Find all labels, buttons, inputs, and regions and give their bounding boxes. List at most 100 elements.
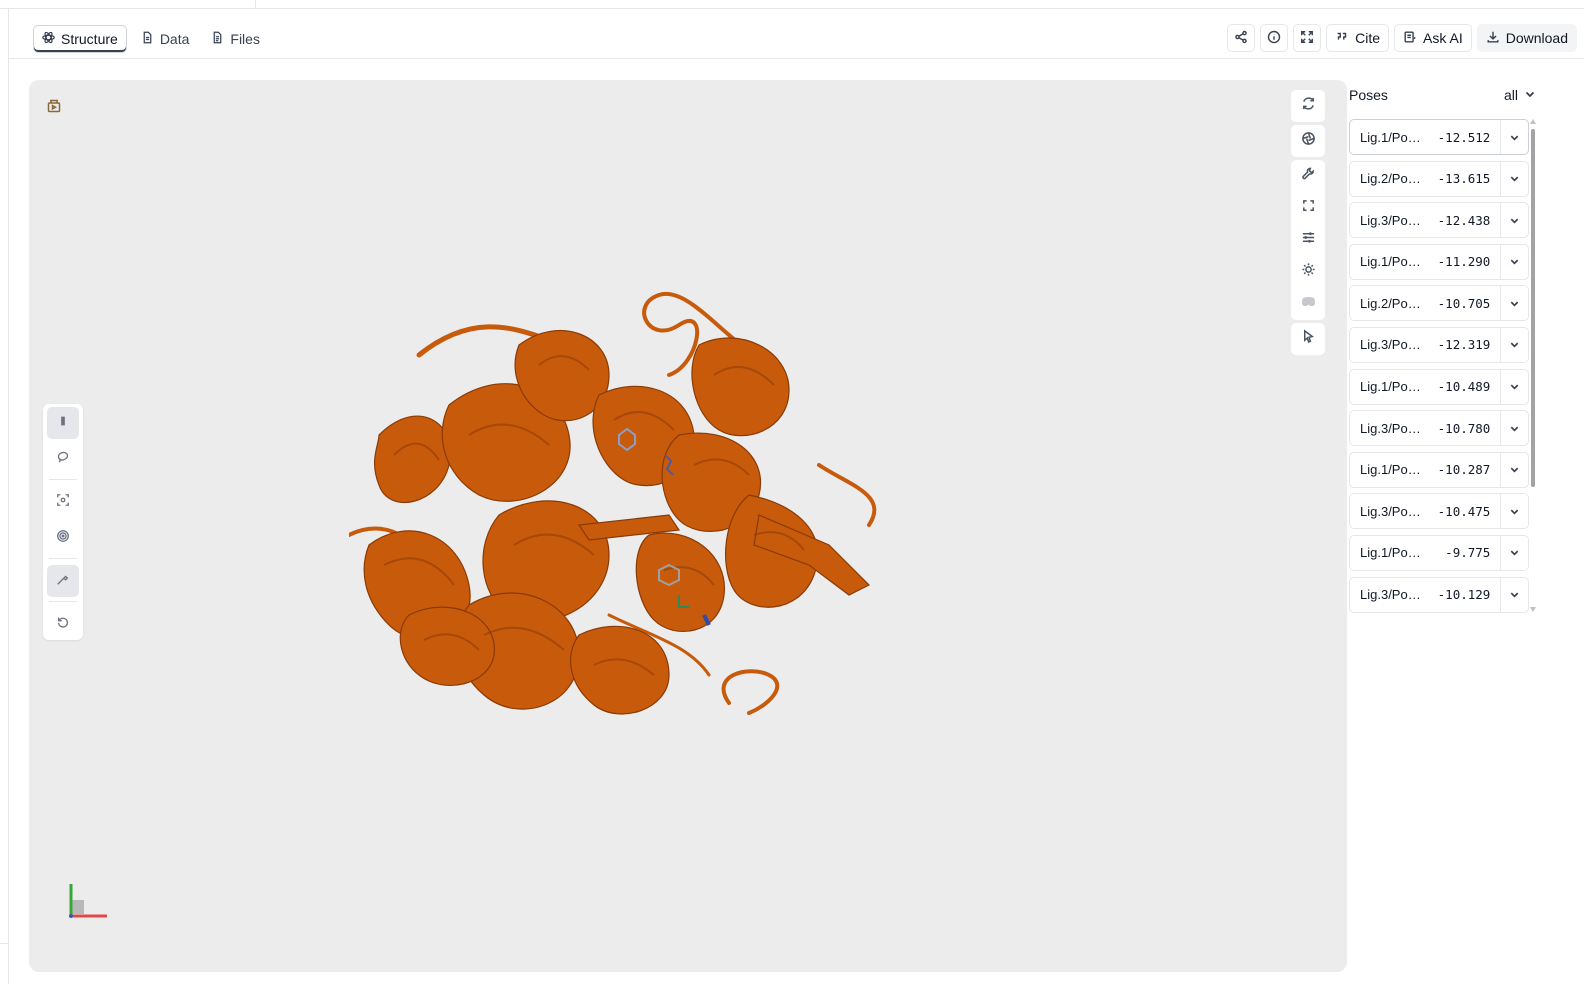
pose-expand-button[interactable]	[1500, 494, 1528, 529]
scrollbar-thumb[interactable]	[1531, 129, 1535, 487]
pose-list-scrollbar[interactable]	[1530, 119, 1536, 614]
pose-row[interactable]: Lig.2/Pos... -10.705	[1349, 285, 1529, 322]
pose-row[interactable]: Lig.2/Pos... -13.615	[1349, 160, 1529, 197]
tab-files-label: Files	[230, 31, 260, 47]
share-button[interactable]	[1227, 24, 1256, 52]
poses-filter-select[interactable]: all	[1504, 87, 1536, 103]
target-icon	[56, 529, 70, 548]
chevron-down-icon	[1510, 384, 1519, 390]
quote-icon	[1335, 30, 1349, 47]
fullscreen-button[interactable]	[1293, 24, 1322, 52]
pipette-icon	[56, 572, 70, 591]
pose-row[interactable]: Lig.3/Pos... -10.129	[1349, 576, 1529, 613]
action-bar: Cite Ask AI Download	[1227, 24, 1577, 52]
pose-row[interactable]: Lig.3/Pos... -10.780	[1349, 410, 1529, 447]
file-icon	[211, 31, 224, 47]
chevron-down-icon	[1510, 467, 1519, 473]
cursor-icon	[1301, 329, 1316, 349]
pose-expand-button[interactable]	[1500, 452, 1528, 487]
wrench-icon	[1301, 166, 1316, 186]
pose-name: Lig.3/Pos...	[1360, 587, 1424, 603]
tab-data-label: Data	[159, 31, 190, 47]
pose-row[interactable]: Lig.1/Pose 1 -12.512	[1349, 119, 1529, 155]
chevron-down-icon	[1510, 176, 1519, 182]
protein-ribbon-render	[349, 291, 877, 715]
pose-name: Lig.1/Pose 5	[1360, 545, 1423, 561]
tab-files[interactable]: Files	[203, 25, 268, 53]
select-button[interactable]	[1291, 323, 1325, 355]
camera-button[interactable]	[1291, 125, 1325, 157]
pose-expand-button[interactable]	[1500, 120, 1528, 154]
poses-title: Poses	[1349, 87, 1388, 103]
animation-toggle-icon[interactable]	[46, 98, 64, 116]
header: Structure Data Files Cite Ask AI Downloa…	[9, 9, 1584, 59]
focus-icon	[56, 493, 70, 512]
tab-bar: Structure Data Files	[33, 25, 268, 53]
pose-list: Lig.1/Pose 1-12.512Lig.2/Pos...-13.615Li…	[1349, 119, 1529, 618]
vr-button[interactable]	[1291, 288, 1325, 320]
cite-button[interactable]: Cite	[1326, 24, 1390, 52]
pose-expand-button[interactable]	[1500, 244, 1528, 279]
pose-name: Lig.3/Pos...	[1360, 503, 1424, 519]
cite-label: Cite	[1355, 30, 1381, 46]
document-icon	[141, 31, 154, 47]
sun-icon	[1301, 262, 1316, 282]
pose-score: -13.615	[1437, 171, 1491, 187]
pose-name: Lig.1/Pose 1	[1360, 129, 1423, 145]
tab-structure[interactable]: Structure	[33, 25, 127, 53]
pose-expand-button[interactable]	[1500, 327, 1528, 362]
pose-row[interactable]: Lig.3/Pos... -12.438	[1349, 202, 1529, 239]
info-button[interactable]	[1260, 24, 1289, 52]
pose-expand-button[interactable]	[1500, 535, 1528, 570]
pose-score: -10.287	[1437, 462, 1491, 478]
molecule-viewer[interactable]	[29, 80, 1347, 972]
ai-icon	[1403, 30, 1417, 47]
pointer-tool-button[interactable]	[47, 407, 79, 439]
scroll-down-arrow-icon[interactable]	[1530, 607, 1536, 612]
pose-score: -11.290	[1437, 254, 1491, 270]
lasso-tool-button[interactable]	[47, 443, 79, 475]
pose-expand-button[interactable]	[1500, 286, 1528, 321]
chevron-down-icon	[1510, 301, 1519, 307]
lasso-icon	[56, 450, 70, 469]
pose-expand-button[interactable]	[1500, 577, 1528, 612]
download-icon	[1486, 30, 1500, 47]
chevron-down-icon	[1510, 259, 1519, 265]
pose-row[interactable]: Lig.1/Pose... -10.287	[1349, 451, 1529, 488]
ask-ai-button[interactable]: Ask AI	[1394, 24, 1472, 52]
pose-row[interactable]: Lig.3/Pos... -12.319	[1349, 326, 1529, 363]
pose-expand-button[interactable]	[1500, 411, 1528, 446]
measure-tool-button[interactable]	[47, 565, 79, 597]
tab-data[interactable]: Data	[133, 25, 198, 53]
settings-button[interactable]	[1291, 224, 1325, 256]
reset-tool-button[interactable]	[47, 608, 79, 640]
viewer-right-toolbar	[1291, 90, 1325, 358]
pose-name: Lig.1/Pose...	[1360, 254, 1423, 270]
aperture-icon	[1301, 131, 1316, 151]
tools-button[interactable]	[1291, 160, 1325, 192]
target-tool-button[interactable]	[47, 522, 79, 554]
scroll-up-arrow-icon[interactable]	[1530, 119, 1536, 124]
frame-icon	[1301, 198, 1316, 218]
chevron-down-icon	[1524, 87, 1536, 103]
lighting-button[interactable]	[1291, 256, 1325, 288]
rotate-button[interactable]	[1291, 90, 1325, 122]
expand-view-button[interactable]	[1291, 192, 1325, 224]
pose-name: Lig.3/Pos...	[1360, 337, 1424, 353]
pose-score: -10.489	[1437, 379, 1491, 395]
pose-row[interactable]: Lig.1/Pose... -11.290	[1349, 243, 1529, 280]
axes-gizmo	[69, 884, 107, 918]
pose-row[interactable]: Lig.3/Pos... -10.475	[1349, 493, 1529, 530]
pose-expand-button[interactable]	[1500, 369, 1528, 404]
refresh-icon	[1301, 96, 1316, 116]
chevron-down-icon	[1510, 509, 1519, 515]
pose-score: -9.775	[1445, 545, 1491, 561]
download-button[interactable]: Download	[1476, 24, 1577, 52]
pose-expand-button[interactable]	[1500, 203, 1528, 238]
pose-name: Lig.2/Pos...	[1360, 295, 1424, 311]
pose-row[interactable]: Lig.1/Pose 5 -9.775	[1349, 534, 1529, 571]
atom-icon	[42, 31, 55, 47]
focus-tool-button[interactable]	[47, 486, 79, 518]
pose-expand-button[interactable]	[1500, 161, 1528, 196]
pose-row[interactable]: Lig.1/Pose... -10.489	[1349, 368, 1529, 405]
